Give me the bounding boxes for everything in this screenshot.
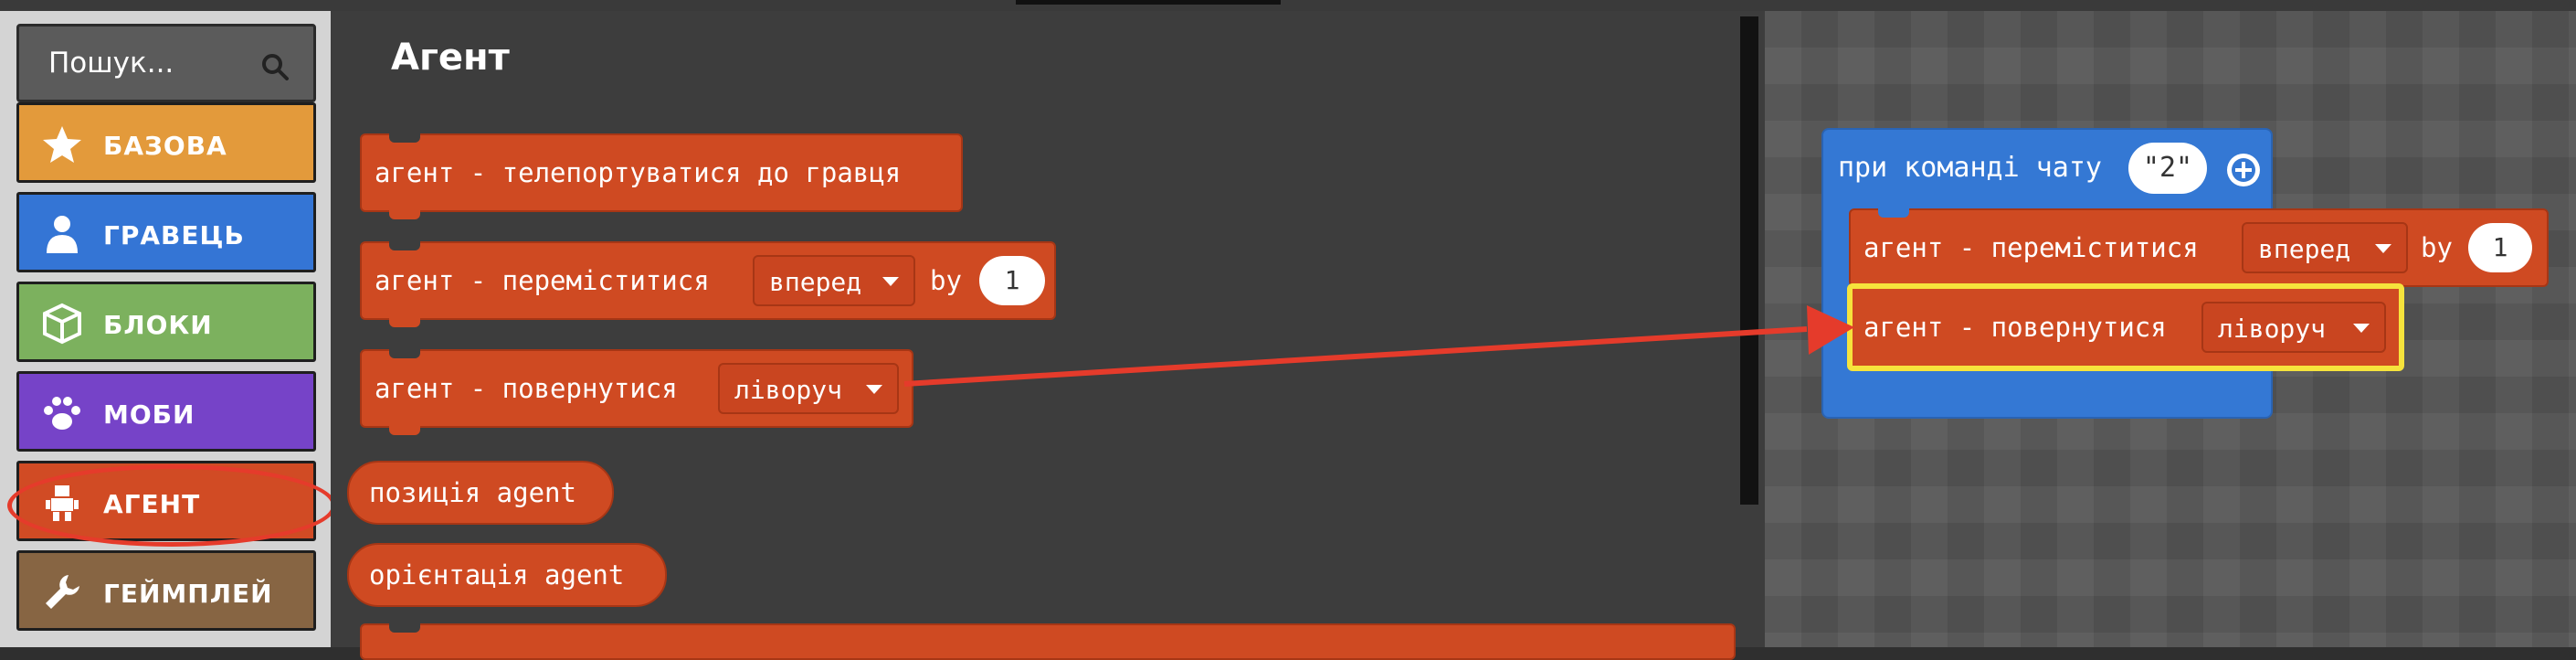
annotation-arrow: [903, 305, 1854, 387]
